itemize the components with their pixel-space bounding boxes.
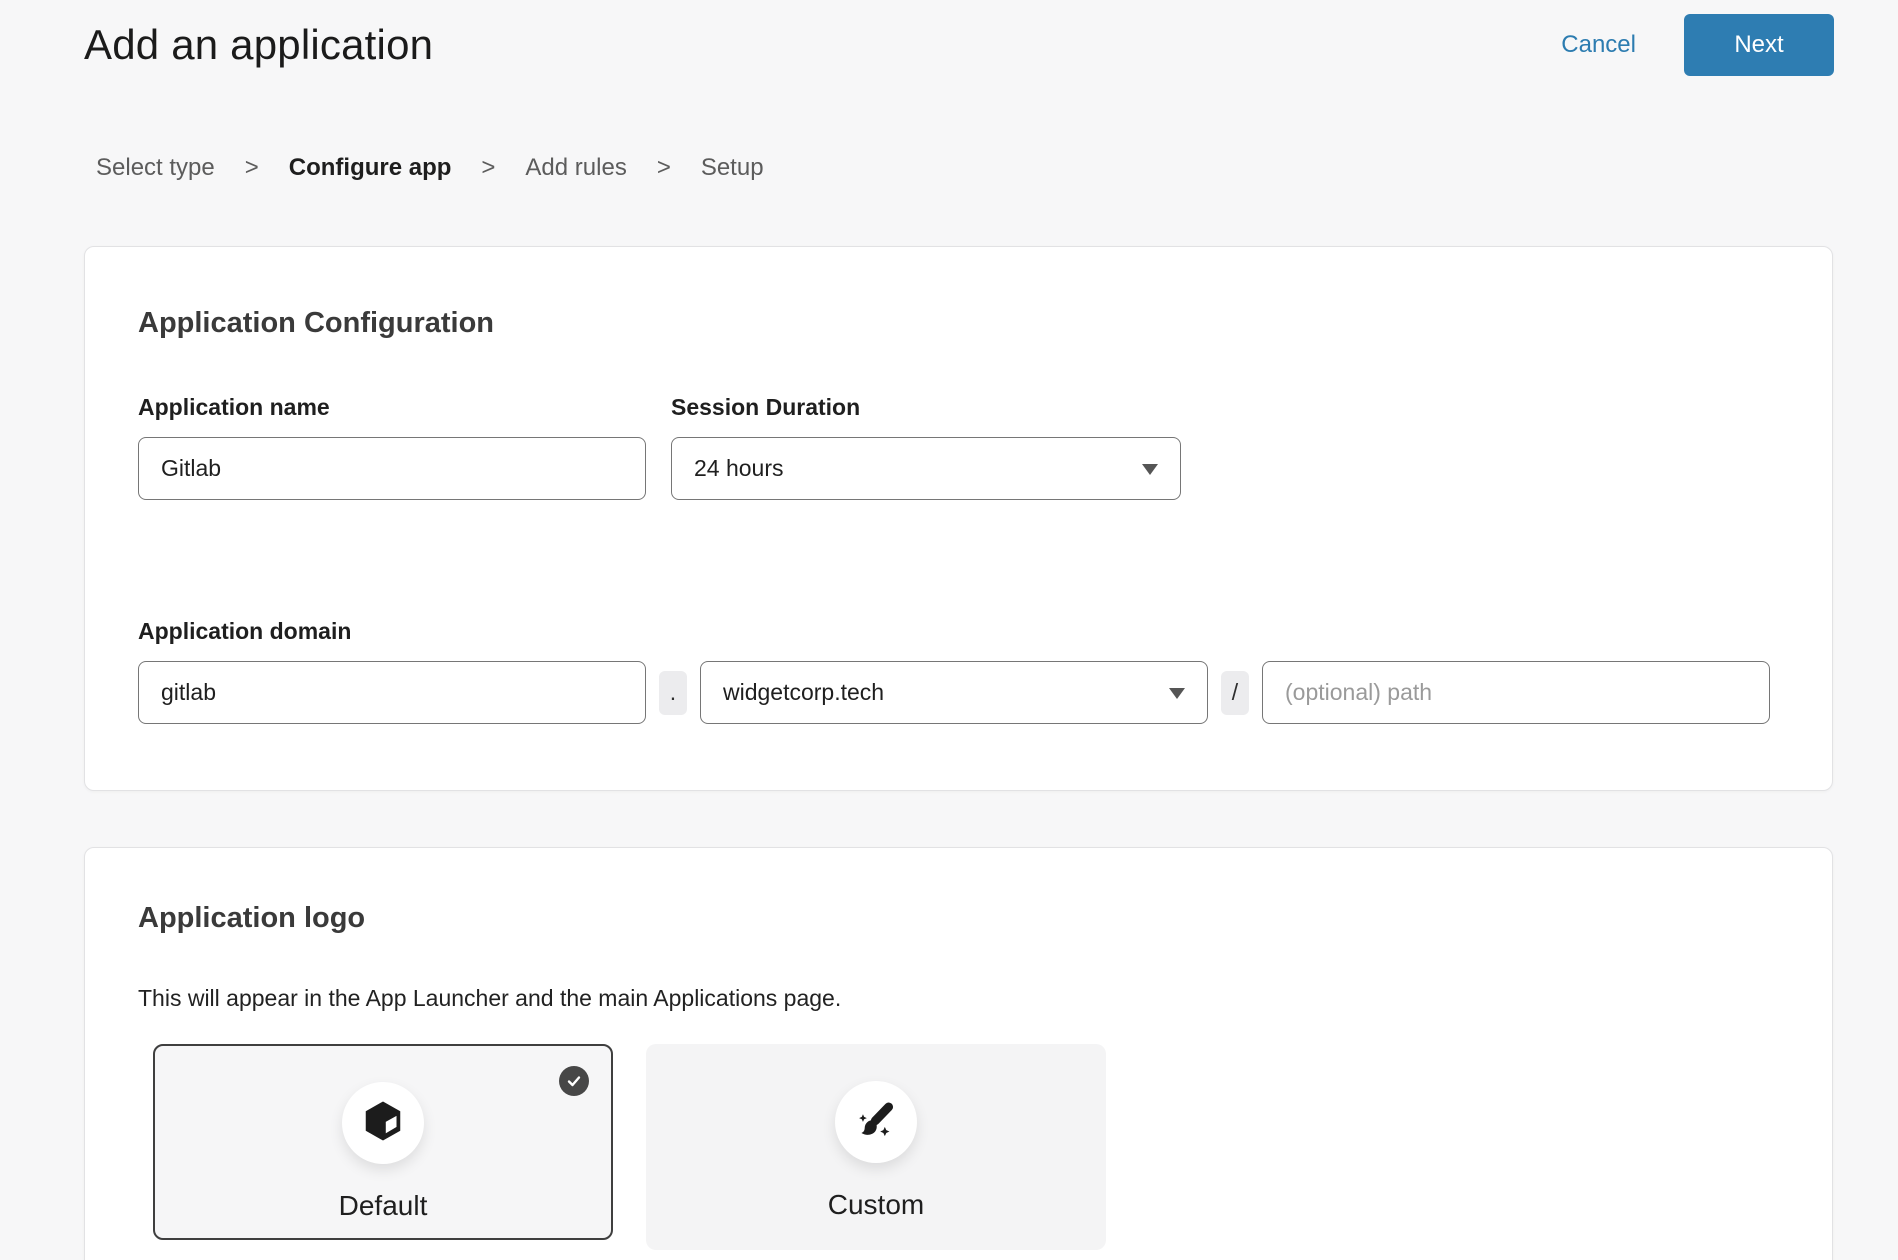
page-title: Add an application [84, 21, 433, 69]
application-domain-label: Application domain [138, 618, 1779, 645]
dot-separator: . [659, 671, 687, 715]
logo-option-label: Default [339, 1190, 428, 1222]
caret-down-icon [1142, 464, 1158, 475]
logo-option-label: Custom [828, 1189, 924, 1221]
application-logo-description: This will appear in the App Launcher and… [138, 985, 1779, 1012]
breadcrumb-step-select-type[interactable]: Select type [96, 154, 215, 182]
logo-option-custom[interactable]: Custom [646, 1044, 1106, 1250]
session-duration-select[interactable]: 24 hours [671, 437, 1181, 500]
breadcrumb: Select type > Configure app > Add rules … [96, 154, 1898, 182]
caret-down-icon [1169, 688, 1185, 699]
cube-icon [360, 1098, 406, 1149]
default-logo-circle [342, 1082, 424, 1164]
breadcrumb-separator: > [657, 154, 671, 182]
path-input[interactable] [1262, 661, 1770, 724]
domain-select[interactable]: widgetcorp.tech [700, 661, 1208, 724]
application-logo-heading: Application logo [138, 902, 1779, 935]
application-name-input[interactable] [138, 437, 646, 500]
application-logo-card: Application logo This will appear in the… [84, 847, 1833, 1260]
session-duration-value: 24 hours [694, 455, 784, 482]
breadcrumb-separator: > [245, 154, 259, 182]
application-name-label: Application name [138, 394, 646, 421]
session-duration-label: Session Duration [671, 394, 1181, 421]
subdomain-input[interactable] [138, 661, 646, 724]
slash-separator: / [1221, 671, 1249, 715]
checkmark-icon [559, 1066, 589, 1096]
name-session-labels: Application name Session Duration [138, 394, 1779, 421]
paintbrush-icon [853, 1097, 899, 1148]
page-header: Add an application Cancel Next [0, 0, 1898, 78]
application-configuration-card: Application Configuration Application na… [84, 246, 1833, 791]
domain-value: widgetcorp.tech [723, 679, 884, 706]
logo-option-default[interactable]: Default [153, 1044, 613, 1240]
breadcrumb-step-add-rules[interactable]: Add rules [525, 154, 626, 182]
cancel-button[interactable]: Cancel [1561, 31, 1636, 59]
name-session-inputs: 24 hours [138, 437, 1779, 500]
breadcrumb-separator: > [481, 154, 495, 182]
application-configuration-heading: Application Configuration [138, 307, 1779, 340]
application-domain-row: . widgetcorp.tech / [138, 661, 1779, 724]
add-application-page: Add an application Cancel Next Select ty… [0, 0, 1898, 1260]
breadcrumb-step-setup[interactable]: Setup [701, 154, 764, 182]
next-button[interactable]: Next [1684, 14, 1834, 76]
logo-options: Default Custom [153, 1044, 1779, 1250]
custom-logo-circle [835, 1081, 917, 1163]
breadcrumb-step-configure-app[interactable]: Configure app [289, 154, 452, 182]
